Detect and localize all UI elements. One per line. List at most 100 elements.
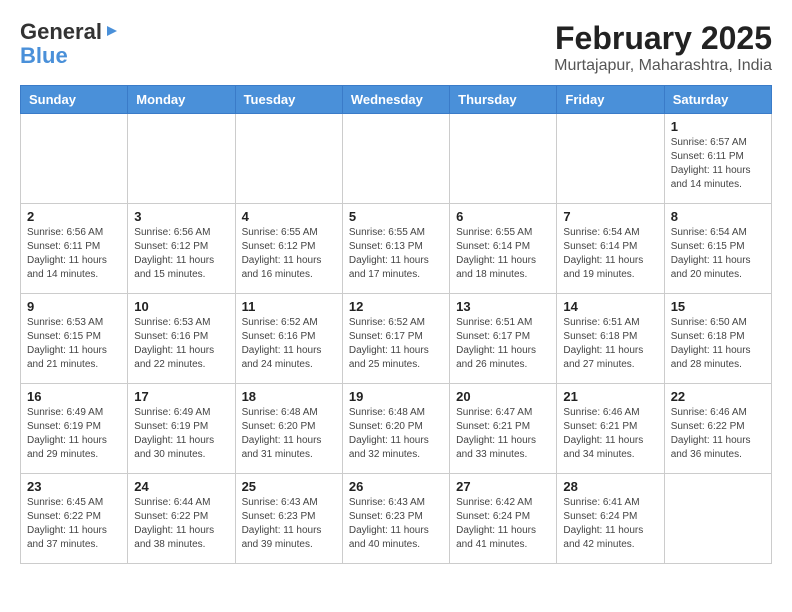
day-number: 22 [671, 389, 765, 404]
day-number: 3 [134, 209, 228, 224]
cell-info: Sunrise: 6:55 AM Sunset: 6:13 PM Dayligh… [349, 226, 443, 282]
cell-info: Sunrise: 6:54 AM Sunset: 6:15 PM Dayligh… [671, 226, 765, 282]
day-number: 28 [563, 479, 657, 494]
calendar-cell: 16 Sunrise: 6:49 AM Sunset: 6:19 PM Dayli… [21, 384, 128, 474]
cell-info: Sunrise: 6:49 AM Sunset: 6:19 PM Dayligh… [27, 406, 121, 462]
cell-info: Sunrise: 6:56 AM Sunset: 6:11 PM Dayligh… [27, 226, 121, 282]
calendar-cell: 26 Sunrise: 6:43 AM Sunset: 6:23 PM Dayli… [342, 474, 449, 564]
calendar-cell: 12 Sunrise: 6:52 AM Sunset: 6:17 PM Dayli… [342, 294, 449, 384]
cell-info: Sunrise: 6:56 AM Sunset: 6:12 PM Dayligh… [134, 226, 228, 282]
cell-info: Sunrise: 6:51 AM Sunset: 6:17 PM Dayligh… [456, 316, 550, 372]
logo-blue-text: Blue [20, 44, 68, 68]
logo-arrow-icon [103, 22, 121, 40]
day-number: 27 [456, 479, 550, 494]
header-sunday: Sunday [21, 86, 128, 114]
calendar-cell: 27Sunrise: 6:42 AM Sunset: 6:24 PM Dayli… [450, 474, 557, 564]
calendar-cell: 11 Sunrise: 6:52 AM Sunset: 6:16 PM Dayli… [235, 294, 342, 384]
header-monday: Monday [128, 86, 235, 114]
day-number: 15 [671, 299, 765, 314]
calendar-cell: 18Sunrise: 6:48 AM Sunset: 6:20 PM Dayli… [235, 384, 342, 474]
calendar-cell: 28 Sunrise: 6:41 AM Sunset: 6:24 PM Dayli… [557, 474, 664, 564]
calendar-cell: 22 Sunrise: 6:46 AM Sunset: 6:22 PM Dayli… [664, 384, 771, 474]
calendar-cell: 3 Sunrise: 6:56 AM Sunset: 6:12 PM Daylig… [128, 204, 235, 294]
logo-general-text: General [20, 20, 102, 44]
cell-info: Sunrise: 6:43 AM Sunset: 6:23 PM Dayligh… [242, 496, 336, 552]
day-number: 10 [134, 299, 228, 314]
cell-info: Sunrise: 6:46 AM Sunset: 6:22 PM Dayligh… [671, 406, 765, 462]
calendar-cell: 19 Sunrise: 6:48 AM Sunset: 6:20 PM Dayli… [342, 384, 449, 474]
calendar-week-4: 16 Sunrise: 6:49 AM Sunset: 6:19 PM Dayli… [21, 384, 772, 474]
cell-info: Sunrise: 6:47 AM Sunset: 6:21 PM Dayligh… [456, 406, 550, 462]
calendar-week-1: 1 Sunrise: 6:57 AM Sunset: 6:11 PM Daylig… [21, 114, 772, 204]
calendar-cell [235, 114, 342, 204]
calendar-cell: 5 Sunrise: 6:55 AM Sunset: 6:13 PM Daylig… [342, 204, 449, 294]
day-number: 17 [134, 389, 228, 404]
calendar-cell [450, 114, 557, 204]
calendar-cell: 21 Sunrise: 6:46 AM Sunset: 6:21 PM Dayli… [557, 384, 664, 474]
cell-info: Sunrise: 6:41 AM Sunset: 6:24 PM Dayligh… [563, 496, 657, 552]
cell-info: Sunrise: 6:48 AM Sunset: 6:20 PM Dayligh… [349, 406, 443, 462]
header-saturday: Saturday [664, 86, 771, 114]
calendar-cell: 4 Sunrise: 6:55 AM Sunset: 6:12 PM Daylig… [235, 204, 342, 294]
logo: General Blue [20, 20, 121, 68]
day-number: 23 [27, 479, 121, 494]
day-number: 9 [27, 299, 121, 314]
day-number: 2 [27, 209, 121, 224]
header-row: Sunday Monday Tuesday Wednesday Thursday… [21, 86, 772, 114]
cell-info: Sunrise: 6:51 AM Sunset: 6:18 PM Dayligh… [563, 316, 657, 372]
calendar-week-3: 9 Sunrise: 6:53 AM Sunset: 6:15 PM Daylig… [21, 294, 772, 384]
cell-info: Sunrise: 6:48 AM Sunset: 6:20 PM Dayligh… [242, 406, 336, 462]
cell-info: Sunrise: 6:49 AM Sunset: 6:19 PM Dayligh… [134, 406, 228, 462]
month-title: February 2025 [554, 20, 772, 57]
calendar-week-2: 2 Sunrise: 6:56 AM Sunset: 6:11 PM Daylig… [21, 204, 772, 294]
day-number: 14 [563, 299, 657, 314]
cell-info: Sunrise: 6:53 AM Sunset: 6:15 PM Dayligh… [27, 316, 121, 372]
calendar-cell: 13 Sunrise: 6:51 AM Sunset: 6:17 PM Dayli… [450, 294, 557, 384]
calendar-table: Sunday Monday Tuesday Wednesday Thursday… [20, 85, 772, 564]
cell-info: Sunrise: 6:52 AM Sunset: 6:17 PM Dayligh… [349, 316, 443, 372]
calendar-cell: 1 Sunrise: 6:57 AM Sunset: 6:11 PM Daylig… [664, 114, 771, 204]
day-number: 5 [349, 209, 443, 224]
day-number: 16 [27, 389, 121, 404]
calendar-cell: 23Sunrise: 6:45 AM Sunset: 6:22 PM Dayli… [21, 474, 128, 564]
day-number: 25 [242, 479, 336, 494]
calendar-cell: 14 Sunrise: 6:51 AM Sunset: 6:18 PM Dayli… [557, 294, 664, 384]
day-number: 1 [671, 119, 765, 134]
calendar-cell: 25 Sunrise: 6:43 AM Sunset: 6:23 PM Dayli… [235, 474, 342, 564]
cell-info: Sunrise: 6:43 AM Sunset: 6:23 PM Dayligh… [349, 496, 443, 552]
day-number: 12 [349, 299, 443, 314]
calendar-cell [664, 474, 771, 564]
cell-info: Sunrise: 6:46 AM Sunset: 6:21 PM Dayligh… [563, 406, 657, 462]
calendar-week-5: 23Sunrise: 6:45 AM Sunset: 6:22 PM Dayli… [21, 474, 772, 564]
title-section: February 2025 Murtajapur, Maharashtra, I… [554, 20, 772, 75]
calendar-cell: 20 Sunrise: 6:47 AM Sunset: 6:21 PM Dayli… [450, 384, 557, 474]
calendar-cell: 17 Sunrise: 6:49 AM Sunset: 6:19 PM Dayli… [128, 384, 235, 474]
day-number: 19 [349, 389, 443, 404]
calendar-cell [21, 114, 128, 204]
day-number: 6 [456, 209, 550, 224]
cell-info: Sunrise: 6:54 AM Sunset: 6:14 PM Dayligh… [563, 226, 657, 282]
day-number: 21 [563, 389, 657, 404]
day-number: 13 [456, 299, 550, 314]
cell-info: Sunrise: 6:55 AM Sunset: 6:14 PM Dayligh… [456, 226, 550, 282]
calendar-cell: 24Sunrise: 6:44 AM Sunset: 6:22 PM Dayli… [128, 474, 235, 564]
cell-info: Sunrise: 6:57 AM Sunset: 6:11 PM Dayligh… [671, 136, 765, 192]
cell-info: Sunrise: 6:55 AM Sunset: 6:12 PM Dayligh… [242, 226, 336, 282]
header-tuesday: Tuesday [235, 86, 342, 114]
calendar-cell: 6 Sunrise: 6:55 AM Sunset: 6:14 PM Daylig… [450, 204, 557, 294]
cell-info: Sunrise: 6:52 AM Sunset: 6:16 PM Dayligh… [242, 316, 336, 372]
cell-info: Sunrise: 6:50 AM Sunset: 6:18 PM Dayligh… [671, 316, 765, 372]
cell-info: Sunrise: 6:53 AM Sunset: 6:16 PM Dayligh… [134, 316, 228, 372]
calendar-cell [557, 114, 664, 204]
calendar-cell: 8 Sunrise: 6:54 AM Sunset: 6:15 PM Daylig… [664, 204, 771, 294]
calendar-cell: 9 Sunrise: 6:53 AM Sunset: 6:15 PM Daylig… [21, 294, 128, 384]
day-number: 11 [242, 299, 336, 314]
day-number: 26 [349, 479, 443, 494]
day-number: 8 [671, 209, 765, 224]
day-number: 20 [456, 389, 550, 404]
header: General Blue February 2025 Murtajapur, M… [20, 20, 772, 75]
calendar-cell: 7Sunrise: 6:54 AM Sunset: 6:14 PM Daylig… [557, 204, 664, 294]
day-number: 4 [242, 209, 336, 224]
header-wednesday: Wednesday [342, 86, 449, 114]
calendar-cell: 15 Sunrise: 6:50 AM Sunset: 6:18 PM Dayli… [664, 294, 771, 384]
